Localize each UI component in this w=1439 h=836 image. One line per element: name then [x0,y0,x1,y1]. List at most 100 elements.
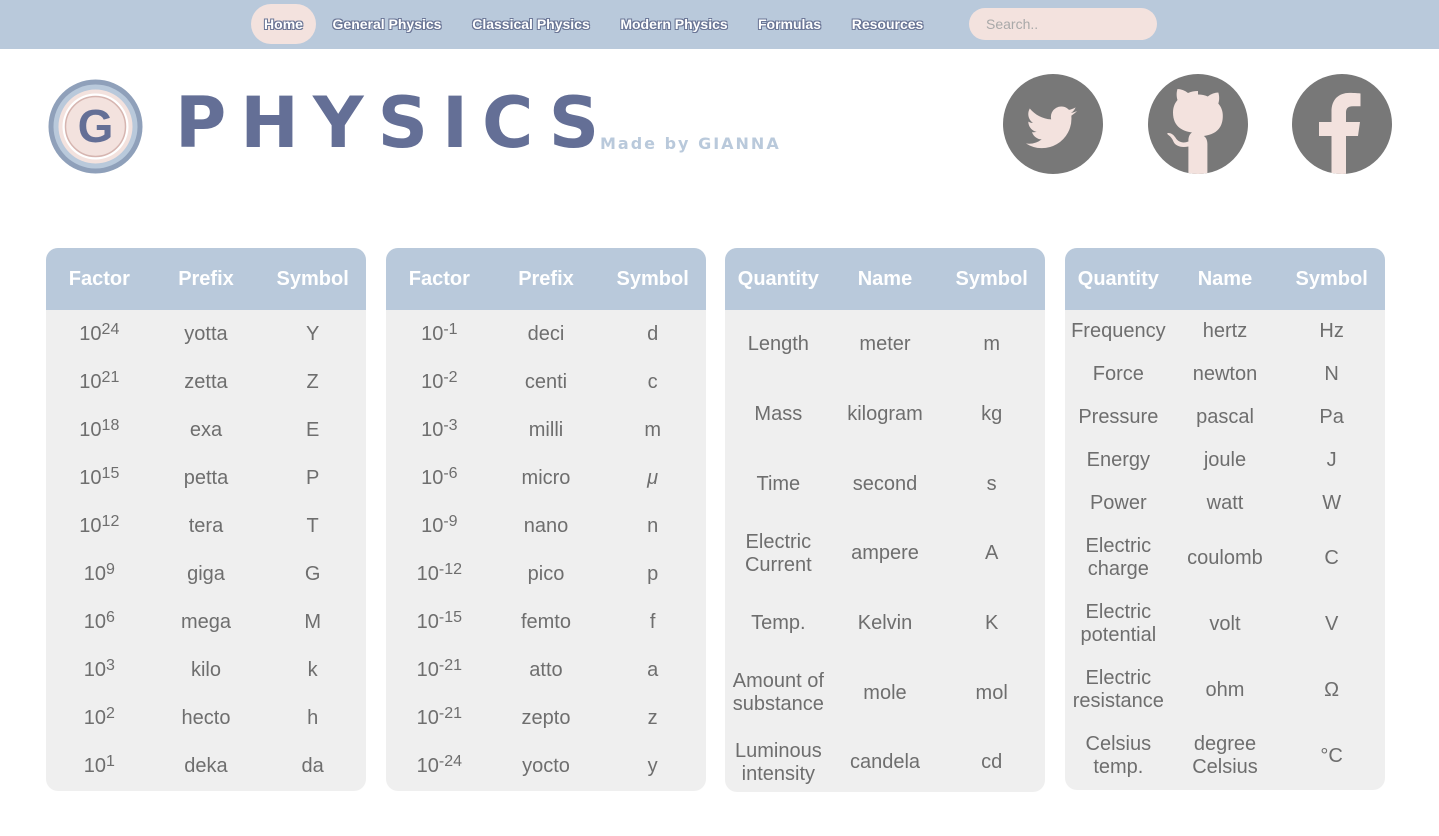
factor-cell: 106 [46,598,153,646]
nav-general-physics[interactable]: General Physics [330,4,444,44]
quantity-cell: Electric Current [725,519,832,589]
nav-formulas[interactable]: Formulas [755,4,824,44]
unit-name-line: ampere [851,542,919,565]
nav-modern-physics[interactable]: Modern Physics [617,4,731,44]
quantity-cell: Celsius temp. [1065,723,1172,789]
factor-exponent: 12 [101,512,120,530]
search-input[interactable] [969,8,1157,40]
prefix-cell: pico [527,562,565,585]
unit-name-cell: ohm [1172,657,1279,723]
unit-name-cell: pascal [1172,396,1279,439]
column-header: Symbol [259,248,366,310]
prefix-cell: deka [184,754,228,777]
factor-base: 10 [416,658,439,681]
table-row: Temp. Kelvin K [725,589,1045,659]
quantity-line: resistance [1072,690,1164,712]
table-row: Luminous intensity candela cd [725,728,1045,792]
factor-cell: 1015 [46,454,153,502]
column-header: Name [831,248,939,310]
factor-base: 10 [421,370,444,393]
quantity-cell: Electric resistance [1065,657,1172,723]
table-row: 101 deka da [46,742,366,790]
quantity-line: Mass [754,403,803,426]
quantity-line: substance [732,693,824,716]
factor-cell: 10-24 [386,742,493,790]
symbol-cell: N [1324,363,1339,385]
prefix-cell: zepto [521,706,571,729]
symbol-cell: s [986,472,997,495]
symbol-cell: m [983,333,1000,356]
unit-name-line: Celsius [1192,756,1258,778]
factor-exponent: -9 [443,512,458,530]
column-header: Name [1171,248,1279,310]
github-link[interactable] [1148,74,1248,174]
factor-base: 10 [79,466,102,489]
unit-name-cell: Kelvin [832,589,939,659]
factor-exponent: -24 [438,752,463,770]
unit-name-cell: hertz [1172,310,1279,353]
nav-classical-physics[interactable]: Classical Physics [469,4,593,44]
unit-name-cell: second [832,449,939,519]
prefix-cell: atto [529,658,563,681]
quantity-line: Electric [1085,601,1152,623]
symbol-cell: c [647,370,658,393]
quantity-line: Time [756,472,801,495]
twitter-link[interactable] [1003,74,1103,174]
quantity-line: potential [1080,624,1157,646]
factor-cell: 10-9 [386,502,493,550]
unit-name-cell: mole [832,658,939,728]
factor-base: 10 [79,514,102,537]
quantity-line: Power [1089,492,1147,514]
factor-cell: 10-15 [386,598,493,646]
factor-cell: 101 [46,742,153,790]
symbol-cell: kg [981,403,1003,426]
nav-home[interactable]: Home [251,4,316,44]
factor-base: 10 [83,610,106,633]
column-header: Symbol [1278,248,1385,310]
site-brand: PHYSICS [175,82,614,164]
quantity-cell: Energy [1065,439,1172,482]
prefix-cell: exa [189,418,223,441]
table-row: Amount of substance mole mol [725,658,1045,728]
unit-name-cell: candela [832,728,939,792]
table-row: Pressure pascal Pa [1065,396,1385,439]
unit-name-cell: degree Celsius [1172,723,1279,789]
quantity-cell: Time [725,449,832,519]
column-header: Factor [386,248,493,310]
quantity-line: Luminous [734,739,822,762]
table-row: 102 hecto h [46,694,366,742]
column-header: Factor [46,248,153,310]
symbol-cell: Y [305,322,320,345]
facebook-link[interactable] [1292,74,1392,174]
quantity-line: Electric [1085,535,1152,557]
symbol-cell: G [304,562,321,585]
quantity-cell: Electric charge [1065,525,1172,591]
table-row: 10-21 zepto z [386,694,706,742]
column-header: Prefix [492,248,600,310]
prefix-cell: yocto [522,754,570,777]
factor-cell: 1018 [46,406,153,454]
nav-resources[interactable]: Resources [849,4,926,44]
quantity-cell: Frequency [1065,310,1172,353]
prefix-cell: petta [183,466,229,489]
symbol-cell: y [647,754,658,777]
factor-cell: 10-6 [386,454,493,502]
factor-base: 10 [79,322,102,345]
factor-cell: 10-12 [386,550,493,598]
quantity-line: Electric [745,530,812,553]
column-header: Quantity [1065,248,1172,310]
quantity-line: intensity [741,762,816,785]
symbol-cell: T [306,514,319,537]
table-row: Power watt W [1065,482,1385,525]
table-row: Frequency hertz Hz [1065,310,1385,353]
table-row: Electric charge coulomb C [1065,525,1385,591]
twitter-icon [1026,106,1077,149]
table-row: Length meter m [725,310,1045,380]
factor-base: 10 [421,418,444,441]
factor-exponent: 15 [101,464,120,482]
factor-base: 10 [416,610,439,633]
factor-cell: 10-1 [386,310,493,358]
table-row: Celsius temp. degree Celsius °C [1065,723,1385,789]
made-by-credit: Made by GIANNA [600,134,781,153]
factor-base: 10 [79,370,102,393]
